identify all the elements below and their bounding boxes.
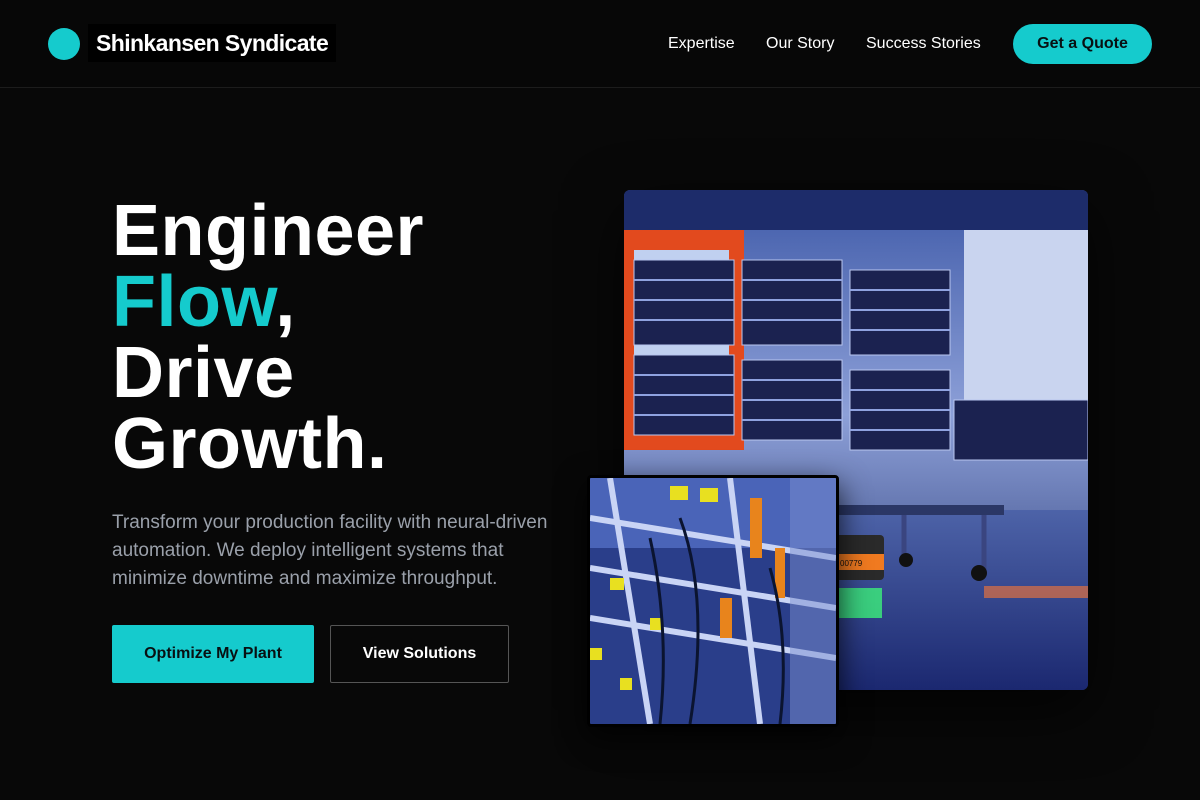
headline-line-4: Growth. (112, 404, 388, 484)
site-header: Shinkansen Syndicate Expertise Our Story… (0, 0, 1200, 88)
headline-accent: Flow (112, 262, 276, 342)
optimize-plant-button[interactable]: Optimize My Plant (112, 625, 314, 683)
nav-link-success-stories[interactable]: Success Stories (866, 34, 981, 54)
logo-icon[interactable] (48, 28, 80, 60)
hero-subtext: Transform your production facility with … (112, 512, 548, 589)
nav-link-expertise[interactable]: Expertise (668, 34, 735, 54)
headline-line-2: Flow, (112, 266, 424, 338)
view-solutions-button[interactable]: View Solutions (330, 625, 509, 683)
robot-label: 00779 (840, 559, 863, 568)
wiring-closeup-image (587, 475, 839, 727)
get-quote-button[interactable]: Get a Quote (1013, 24, 1152, 64)
headline-line-1: Engineer (112, 191, 425, 271)
hero-headline: Engineer Flow, Drive Growth. (112, 191, 425, 484)
brand-name[interactable]: Shinkansen Syndicate (88, 24, 337, 62)
headline-comma: , (275, 262, 296, 342)
nav-link-our-story[interactable]: Our Story (766, 34, 834, 54)
headline-line-3: Drive (112, 333, 295, 413)
